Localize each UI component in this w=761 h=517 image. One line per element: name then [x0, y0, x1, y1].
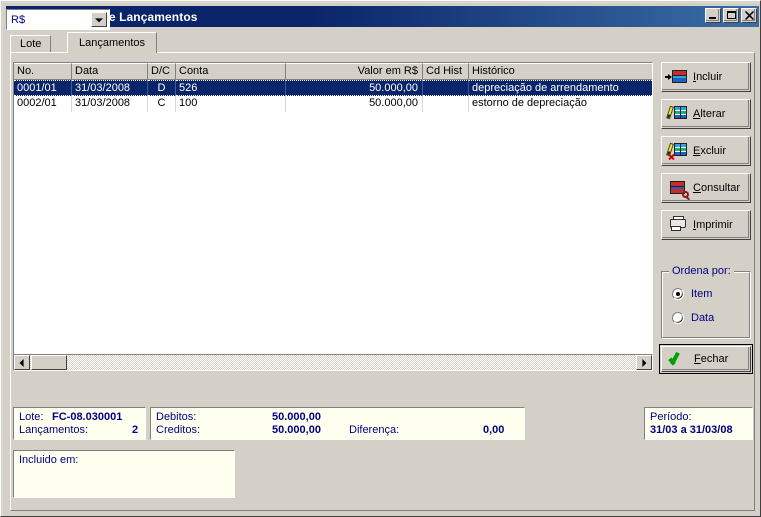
cell-data: 31/03/2008 [72, 80, 148, 96]
excluir-button[interactable]: Excluir [661, 136, 751, 166]
close-button[interactable] [741, 8, 757, 23]
periodo-info-panel: Período: 31/03 a 31/03/08 [644, 407, 753, 440]
totais-info-panel: Debitos: 50.000,00 Creditos: 50.000,00 D… [150, 407, 525, 440]
diferenca-value: 0,00 [483, 424, 505, 436]
scrollbar-thumb[interactable] [31, 355, 67, 370]
lote-info-panel: Lote: FC-08.030001 Lançamentos: 2 [13, 407, 146, 440]
cell-conta: 526 [176, 80, 286, 96]
currency-value: R$ [11, 13, 26, 26]
table-row[interactable]: 0002/01 31/03/2008 C 100 50.000,00 estor… [14, 96, 652, 112]
maximize-icon [727, 11, 736, 19]
consultar-button[interactable]: Consultar [661, 173, 751, 203]
scroll-right-arrow[interactable] [636, 355, 652, 370]
imprimir-label: Imprimir [693, 219, 733, 231]
lancamentos-grid[interactable]: No. Data D/C Conta Valor em R$ Cd Hist H… [13, 62, 653, 370]
radio-item-label: Item [691, 288, 713, 300]
cell-dc: D [148, 80, 176, 96]
cell-data: 31/03/2008 [72, 96, 148, 112]
tab-lancamentos[interactable]: Lançamentos [67, 32, 158, 53]
application-window: Manutenção de Lançamentos Lote Lançament… [0, 0, 761, 517]
cell-valor: 50.000,00 [286, 80, 423, 96]
cell-historico: depreciação de arrendamento [469, 80, 652, 96]
title-bar: Manutenção de Lançamentos [6, 6, 759, 27]
caption-button-group [705, 8, 757, 23]
incluido-em-panel: Incluido em: [13, 450, 235, 498]
cell-no: 0002/01 [14, 96, 72, 112]
table-row[interactable]: 0001/01 31/03/2008 D 526 50.000,00 depre… [14, 80, 652, 96]
diferenca-label: Diferença: [349, 424, 400, 436]
radio-data-indicator [672, 312, 684, 324]
lancamentos-value: 2 [132, 424, 139, 436]
radio-item-indicator [672, 288, 684, 300]
creditos-value: 50.000,00 [272, 424, 321, 436]
tab-lancamentos-label: Lançamentos [79, 37, 146, 49]
minimize-icon [709, 17, 716, 19]
cell-valor: 50.000,00 [286, 96, 423, 112]
table-edit-icon [666, 105, 688, 123]
tab-lote[interactable]: Lote [10, 35, 52, 52]
lancamentos-label: Lançamentos: [19, 424, 89, 436]
scroll-left-arrow[interactable] [14, 355, 30, 370]
column-header-historico[interactable]: Histórico [469, 63, 652, 80]
radio-data-label: Data [691, 312, 715, 324]
green-check-icon [668, 351, 686, 367]
table-search-icon [668, 179, 690, 201]
periodo-label: Período: [650, 411, 692, 423]
incluir-label: Incluir [693, 71, 723, 83]
lote-label: Lote: [19, 411, 44, 423]
tab-strip: Lote Lançamentos [10, 32, 755, 53]
imprimir-button[interactable]: Imprimir [661, 210, 751, 240]
radio-ordena-item[interactable]: Item [672, 288, 712, 300]
periodo-value: 31/03 a 31/03/08 [650, 424, 733, 436]
column-header-valor[interactable]: Valor em R$ [286, 63, 423, 80]
minimize-button[interactable] [705, 8, 721, 23]
table-insert-icon [665, 68, 688, 86]
lote-value: FC-08.030001 [52, 411, 123, 423]
consultar-label: Consultar [693, 182, 741, 194]
column-header-no[interactable]: No. [14, 63, 72, 80]
excluir-label: Excluir [693, 145, 727, 157]
fechar-button[interactable]: Fechar [659, 344, 753, 374]
currency-select[interactable]: R$ [6, 9, 110, 30]
close-icon [742, 9, 756, 22]
cell-cdhist [423, 96, 469, 112]
ordena-por-group: Ordena por: Item Data [661, 265, 751, 339]
maximize-button[interactable] [723, 8, 739, 23]
radio-ordena-data[interactable]: Data [672, 312, 714, 324]
grid-horizontal-scrollbar[interactable] [13, 354, 653, 371]
cell-conta: 100 [176, 96, 286, 112]
debitos-label: Debitos: [156, 411, 197, 423]
incluido-em-label: Incluido em: [19, 454, 79, 466]
alterar-label: Alterar [693, 108, 726, 120]
fechar-label: Fechar [694, 353, 729, 365]
incluir-button[interactable]: Incluir [661, 62, 751, 92]
chevron-down-icon[interactable] [91, 12, 107, 27]
ordena-por-title: Ordena por: [669, 265, 734, 277]
action-button-column: Incluir Alterar Excluir Consultar Imprim… [661, 62, 753, 247]
table-delete-icon [666, 142, 688, 160]
column-header-cdhist[interactable]: Cd Hist [423, 63, 469, 80]
column-header-dc[interactable]: D/C [148, 63, 176, 80]
printer-icon [668, 216, 688, 234]
cell-cdhist [423, 80, 469, 96]
alterar-button[interactable]: Alterar [661, 99, 751, 129]
creditos-label: Creditos: [156, 424, 201, 436]
cell-dc: C [148, 96, 176, 112]
debitos-value: 50.000,00 [272, 411, 321, 423]
grid-header-row: No. Data D/C Conta Valor em R$ Cd Hist H… [14, 63, 652, 80]
column-header-conta[interactable]: Conta [176, 63, 286, 80]
column-header-data[interactable]: Data [72, 63, 148, 80]
tab-lote-label: Lote [20, 38, 42, 50]
cell-no: 0001/01 [14, 80, 72, 96]
window-frame: Manutenção de Lançamentos Lote Lançament… [2, 2, 760, 516]
cell-historico: estorno de depreciação [472, 97, 587, 109]
scrollbar-track[interactable] [30, 355, 636, 370]
